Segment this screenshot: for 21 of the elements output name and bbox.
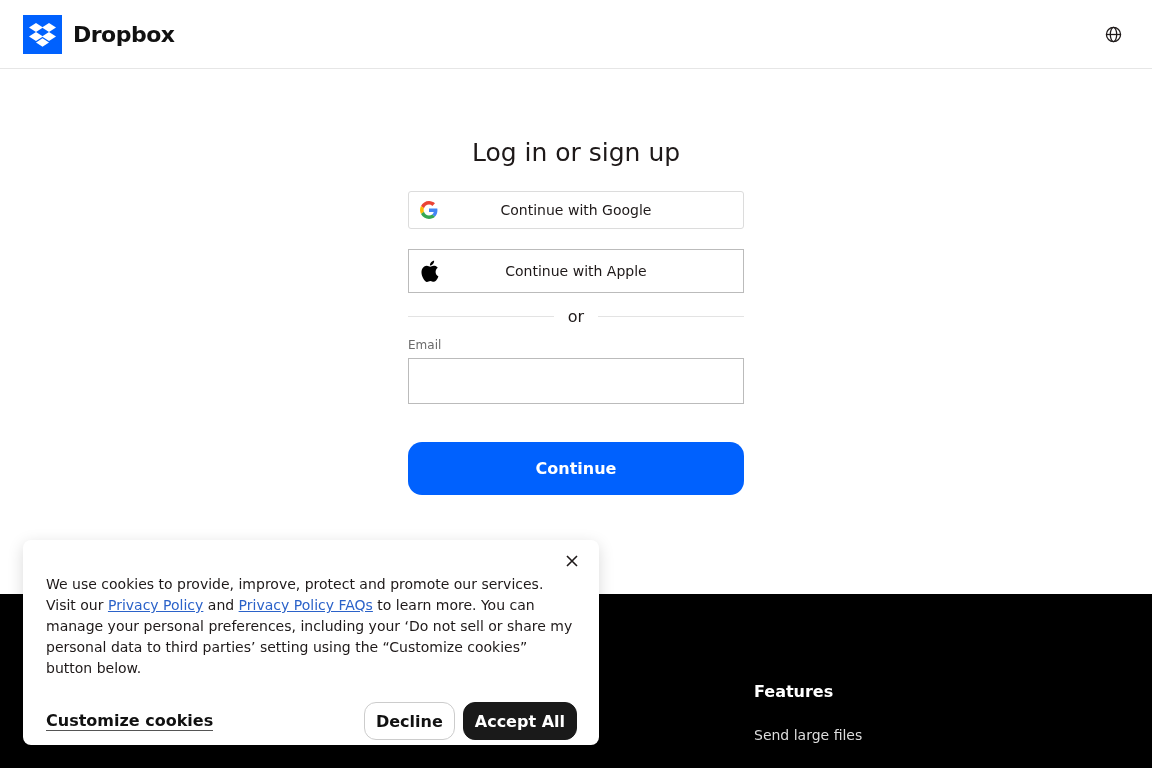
apple-icon (420, 260, 439, 282)
sign-in-button[interactable]: Continue with Apple (408, 249, 744, 293)
accept-button[interactable]: Accept All (462, 702, 577, 740)
footer-link[interactable]: Send large files (754, 727, 1152, 743)
customize-cookies-link[interactable]: Customize cookies (46, 711, 214, 731)
page-title: Log in or sign up (470, 137, 682, 169)
close-icon (566, 555, 578, 567)
decline-button[interactable]: Decline (363, 702, 455, 740)
continue-button[interactable]: Continue (408, 442, 744, 495)
divider-text: or (567, 307, 585, 326)
email-label: Email (408, 338, 443, 352)
brand-name: Dropbox (73, 21, 175, 47)
privacy-link[interactable]: Privacy Policy FAQs (238, 597, 373, 613)
privacy-link[interactable]: Privacy Policy (107, 597, 204, 613)
google-icon (420, 201, 438, 219)
logo-icon (23, 14, 62, 54)
cookie-notice: We use cookies to provide, improve, protect and promote our services. Visit our Privacy Policy and Privacy Policy FAQs to learn more. You can manage your personal preferences, including your ‘Do not sell or share my personal data to third parties’ setting using the “Customize cookies” button below. (46, 575, 574, 678)
globe-icon[interactable] (1105, 25, 1122, 43)
footer-heading: Features (754, 682, 835, 701)
sign-in-button[interactable]: Continue with Google (408, 191, 744, 229)
email-field[interactable] (408, 358, 744, 404)
